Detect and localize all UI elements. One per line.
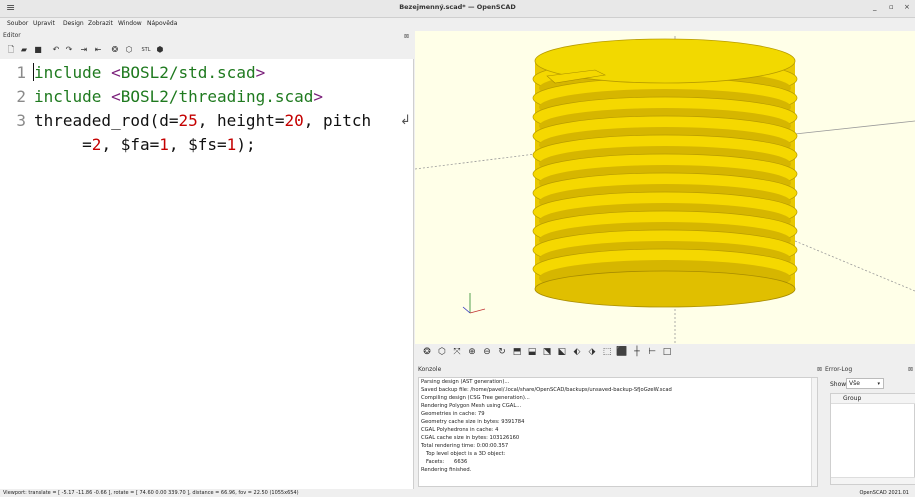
- code-text: include <BOSL2/std.scad>: [34, 63, 266, 82]
- editor-dock-title: Editor: [3, 32, 21, 39]
- render-icon[interactable]: ⬡: [124, 45, 134, 55]
- new-file-icon[interactable]: 🗋: [6, 45, 16, 55]
- error-log-panel: Error-Log ⊠ Show Vše ▾ Group: [822, 363, 915, 489]
- console-line: Rendering finished.: [421, 467, 472, 473]
- menu-upravit[interactable]: Upravit: [33, 20, 55, 27]
- version-label: OpenSCAD 2021.01: [859, 490, 909, 496]
- code-editor[interactable]: 1 include <BOSL2/std.scad> 2 include <BOSL2…: [0, 59, 414, 489]
- view-all-icon[interactable]: ⤧: [451, 346, 463, 358]
- wrap-indicator-icon: ↲: [400, 113, 411, 128]
- menu-napoveda[interactable]: Nápověda: [147, 20, 177, 27]
- reset-view-icon[interactable]: ↻: [496, 346, 508, 358]
- console-panel: Konzole ⊠ Parsing design (AST generation…: [415, 363, 822, 489]
- code-text: threaded_rod(d=25, height=20, pitch: [34, 111, 372, 130]
- editor-toolbar: 🗋 ▰ ■ ↶ ↷ ⇥ ⇤ ❂ ⬡ STL ⬢: [6, 45, 206, 59]
- code-text: include <BOSL2/threading.scad>: [34, 87, 324, 106]
- open-file-icon[interactable]: ▰: [19, 45, 29, 55]
- console-scrollbar[interactable]: [811, 378, 817, 486]
- show-edges-icon[interactable]: □: [661, 346, 673, 358]
- console-output[interactable]: Parsing design (AST generation)... Saved …: [418, 377, 818, 487]
- preview-icon[interactable]: ❂: [110, 45, 120, 55]
- unindent-icon[interactable]: ⇤: [93, 45, 103, 55]
- minimize-button[interactable]: _: [873, 3, 877, 11]
- view-right-icon[interactable]: ⬒: [511, 346, 523, 358]
- perspective-icon[interactable]: ⬚: [601, 346, 613, 358]
- view-top-icon[interactable]: ⬓: [526, 346, 538, 358]
- viewport-toolbar: ❂ ⬡ ⤧ ⊕ ⊖ ↻ ⬒ ⬓ ⬔ ⬕ ⬖ ⬗ ⬚ ⬛ ┼ ⊢ □: [415, 344, 915, 362]
- code-text: =2, $fa=1, $fs=1);: [34, 135, 256, 154]
- render-icon[interactable]: ⬡: [436, 346, 448, 358]
- editor-dock-close-icon[interactable]: ⊠: [404, 33, 409, 40]
- error-log-close-icon[interactable]: ⊠: [908, 366, 913, 373]
- menu-zobrazit[interactable]: Zobrazit: [88, 20, 113, 27]
- save-icon[interactable]: ■: [33, 45, 43, 55]
- view-back-icon[interactable]: ⬗: [586, 346, 598, 358]
- indent-icon[interactable]: ⇥: [79, 45, 89, 55]
- export-stl-icon[interactable]: STL: [141, 45, 151, 55]
- show-scale-icon[interactable]: ⊢: [646, 346, 658, 358]
- export-3d-icon[interactable]: ⬢: [155, 45, 165, 55]
- console-line: Geometry cache size in bytes: 9391784: [421, 419, 525, 425]
- show-axes-icon[interactable]: ┼: [631, 346, 643, 358]
- console-title: Konzole: [418, 366, 442, 373]
- error-log-table[interactable]: Group: [830, 393, 915, 485]
- status-bar: Viewport: translate = [ -5.17 -11.86 -0.…: [0, 489, 915, 497]
- zoom-in-icon[interactable]: ⊕: [466, 346, 478, 358]
- console-line: Parsing design (AST generation)...: [421, 379, 510, 385]
- line-number: 1: [16, 63, 26, 82]
- line-number: 3: [16, 111, 26, 130]
- console-line: Saved backup file: /home/pavel/.local/sh…: [421, 387, 672, 393]
- console-line: CGAL cache size in bytes: 103126160: [421, 435, 520, 441]
- menu-window[interactable]: Window: [118, 20, 142, 27]
- 3d-viewport[interactable]: [415, 31, 915, 344]
- view-front-icon[interactable]: ⬖: [571, 346, 583, 358]
- menu-soubor[interactable]: Soubor: [7, 20, 28, 27]
- show-filter-value: Vše: [849, 380, 860, 387]
- window-title: Bezejmenný.scad* — OpenSCAD: [399, 3, 516, 11]
- zoom-out-icon[interactable]: ⊖: [481, 346, 493, 358]
- line-number: 2: [16, 87, 26, 106]
- console-line: CGAL Polyhedrons in cache: 4: [421, 427, 499, 433]
- console-line: Facets: 6636: [421, 459, 468, 465]
- column-header-group[interactable]: Group: [831, 394, 915, 404]
- title-bar: ≡ Bezejmenný.scad* — OpenSCAD _ ▫ ×: [0, 0, 915, 18]
- console-line: Total rendering time: 0:00:00.357: [421, 443, 509, 449]
- error-log-hscrollbar[interactable]: [831, 477, 915, 484]
- model-render: [415, 36, 915, 344]
- console-line: Top level object is a 3D object:: [421, 451, 506, 457]
- redo-icon[interactable]: ↷: [64, 45, 74, 55]
- view-left-icon[interactable]: ⬕: [556, 346, 568, 358]
- close-window-button[interactable]: ×: [904, 3, 910, 11]
- console-line: Rendering Polygon Mesh using CGAL...: [421, 403, 522, 409]
- show-label: Show: [830, 381, 847, 388]
- menu-design[interactable]: Design: [63, 20, 84, 27]
- preview-icon[interactable]: ❂: [421, 346, 433, 358]
- orthogonal-icon[interactable]: ⬛: [616, 346, 628, 358]
- view-bottom-icon[interactable]: ⬔: [541, 346, 553, 358]
- viewport-status: Viewport: translate = [ -5.17 -11.86 -0.…: [3, 490, 299, 496]
- console-line: Compiling design (CSG Tree generation)..…: [421, 395, 530, 401]
- error-log-title: Error-Log: [825, 366, 853, 373]
- show-filter-select[interactable]: Vše ▾: [846, 378, 884, 389]
- chevron-down-icon: ▾: [877, 381, 880, 387]
- undo-icon[interactable]: ↶: [51, 45, 61, 55]
- console-line: Geometries in cache: 79: [421, 411, 485, 417]
- maximize-button[interactable]: ▫: [889, 3, 894, 11]
